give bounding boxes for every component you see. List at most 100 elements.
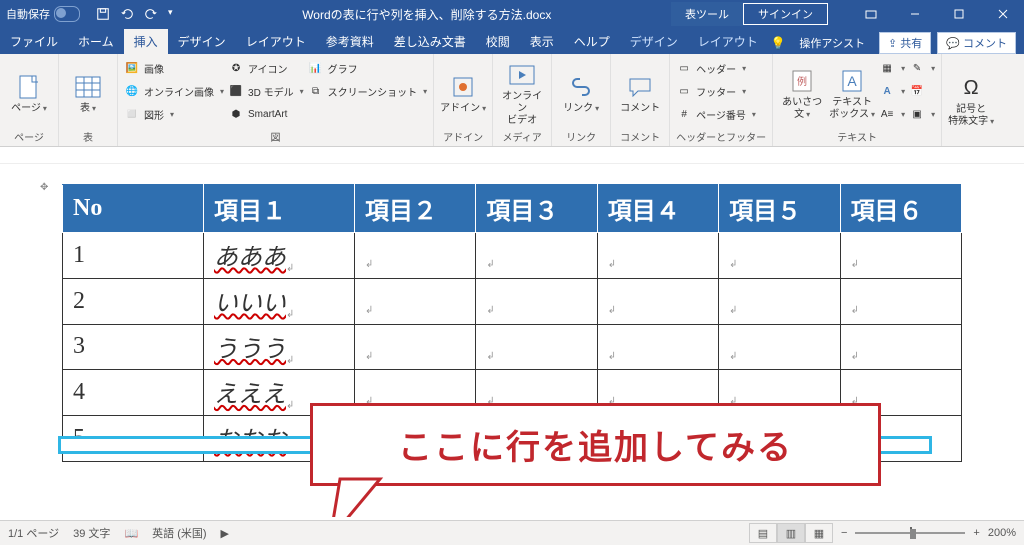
tab-file[interactable]: ファイル [0,29,68,54]
greeting-button[interactable]: 例 あいさつ 文 [779,58,825,129]
smartart-icon: ⬢ [228,106,244,122]
group-label: 図 [124,129,427,144]
shapes-icon: ◻️ [124,106,140,122]
tab-references[interactable]: 参考資料 [316,29,384,54]
dropcap-icon: A≡ [879,106,895,122]
addin-icon [449,73,477,101]
tell-me[interactable]: 操作アシスト [791,35,873,51]
zoom-in-button[interactable]: + [973,527,979,539]
group-pages: ページ ページ [0,54,59,146]
zoom-level[interactable]: 200% [988,527,1016,539]
pagenum-button[interactable]: #ページ番号 [676,104,756,124]
footer-button[interactable]: ▭フッター [676,81,756,101]
group-label: コメント [617,129,663,144]
spellcheck-icon[interactable]: 📖 [124,527,138,540]
ribbon-display-icon[interactable] [850,0,892,28]
chart-button[interactable]: 📊グラフ [308,58,428,78]
tab-table-layout[interactable]: レイアウト [688,29,768,54]
redo-icon[interactable] [144,7,158,21]
signin-button[interactable]: サインイン [743,3,828,25]
weblayout-icon[interactable]: ▦ [805,523,833,543]
screenshot-icon: ⧉ [308,83,324,99]
ribbon: ページ ページ 表 表 🖼️画像 🌐オンライン画像 ◻️図形 ✪アイコン ⬛3D… [0,54,1024,147]
language-indicator[interactable]: 英語 (米国) [152,525,206,541]
group-media: オンライン ビデオ メディア [493,54,552,146]
table-row[interactable]: 2いいい↲↲↲↲↲↲ [63,278,962,324]
word-count[interactable]: 39 文字 [73,525,110,541]
link-button[interactable]: リンク [558,58,604,129]
group-addins: アドイン アドイン [434,54,493,146]
group-tables: 表 表 [59,54,118,146]
picture-button[interactable]: 🖼️画像 [124,58,224,78]
view-buttons: ▤ ▥ ▦ [749,523,833,543]
zoom-slider[interactable] [855,532,965,534]
svg-text:A: A [847,73,857,89]
autosave-toggle[interactable]: 自動保存 [0,6,86,22]
date-icon: 📅 [909,83,925,99]
comment-button[interactable]: コメント [617,58,663,129]
table-button[interactable]: 表 [65,58,111,129]
3dmodel-button[interactable]: ⬛3D モデル [228,81,304,101]
close-icon[interactable] [982,0,1024,28]
tab-insert[interactable]: 挿入 [124,29,168,54]
tab-review[interactable]: 校閲 [476,29,520,54]
th[interactable]: 項目６ [840,185,961,233]
tab-layout[interactable]: レイアウト [236,29,316,54]
quickparts-button[interactable]: ▦ [879,58,905,78]
maximize-icon[interactable] [938,0,980,28]
addins-button[interactable]: アドイン [440,58,486,129]
th[interactable]: 項目１ [204,185,355,233]
table-row[interactable]: 3ううう↲↲↲↲↲↲ [63,324,962,370]
ruler [0,147,1024,164]
header-icon: ▭ [676,60,692,76]
macro-icon[interactable]: ▶ [221,527,229,540]
smartart-button[interactable]: ⬢SmartArt [228,104,304,124]
readmode-icon[interactable]: ▤ [749,523,777,543]
minimize-icon[interactable] [894,0,936,28]
page-indicator[interactable]: 1/1 ページ [8,525,59,541]
save-icon[interactable] [96,7,110,21]
wordart-button[interactable]: A [879,81,905,101]
online-video-button[interactable]: オンライン ビデオ [499,58,545,129]
group-label: メディア [499,129,545,144]
object-button[interactable]: ▣ [909,104,935,124]
screenshot-button[interactable]: ⧉スクリーンショット [308,81,428,101]
pages-button[interactable]: ページ [6,58,52,129]
zoom-out-button[interactable]: − [841,527,847,539]
textbox-button[interactable]: A テキスト ボックス [829,58,875,129]
tab-mailings[interactable]: 差し込み文書 [384,29,476,54]
sigline-button[interactable]: ✎ [909,58,935,78]
datetime-button[interactable]: 📅 [909,81,935,101]
group-label: ページ [6,129,52,144]
dropdown-icon[interactable]: ▾ [168,7,173,21]
document-canvas[interactable]: ✥ No 項目１ 項目２ 項目３ 項目４ 項目５ 項目６ 1あああ↲↲↲↲↲↲ … [0,147,1024,517]
th[interactable]: 項目３ [476,185,597,233]
table-row[interactable]: 1あああ↲↲↲↲↲↲ [63,233,962,279]
share-button[interactable]: ⇪ 共有 [879,32,931,54]
annotation-callout: ここに行を追加してみる [310,403,881,486]
tab-table-design[interactable]: デザイン [620,29,688,54]
th[interactable]: 項目２ [355,185,476,233]
online-picture-button[interactable]: 🌐オンライン画像 [124,81,224,101]
symbol-button[interactable]: Ω 記号と 特殊文字 [948,58,994,144]
table-move-handle[interactable]: ✥ [40,182,48,193]
th[interactable]: No [63,185,204,233]
dropcap-button[interactable]: A≡ [879,104,905,124]
icons-button[interactable]: ✪アイコン [228,58,304,78]
chart-icon: 📊 [308,60,324,76]
th[interactable]: 項目５ [719,185,840,233]
group-label: ヘッダーとフッター [676,129,766,144]
group-illustrations: 🖼️画像 🌐オンライン画像 ◻️図形 ✪アイコン ⬛3D モデル ⬢SmartA… [118,54,434,146]
comments-button[interactable]: 💬 コメント [937,32,1016,54]
th[interactable]: 項目４ [597,185,718,233]
printlayout-icon[interactable]: ▥ [777,523,805,543]
shapes-button[interactable]: ◻️図形 [124,104,224,124]
tab-design[interactable]: デザイン [168,29,236,54]
video-icon [508,61,536,89]
header-button[interactable]: ▭ヘッダー [676,58,756,78]
tab-view[interactable]: 表示 [520,29,564,54]
tab-help[interactable]: ヘルプ [564,29,620,54]
icons-icon: ✪ [228,60,244,76]
undo-icon[interactable] [120,7,134,21]
tab-home[interactable]: ホーム [68,29,124,54]
